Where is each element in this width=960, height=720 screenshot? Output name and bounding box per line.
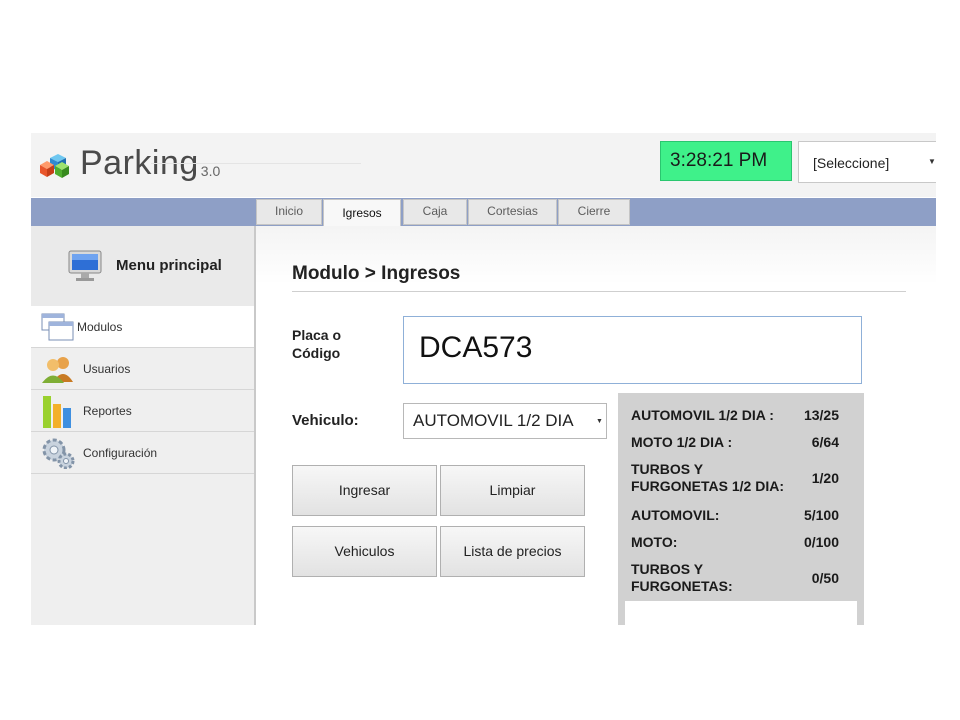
cubes-logo-icon <box>40 153 69 178</box>
capacity-value: 5/100 <box>803 507 839 523</box>
capacity-row: MOTO: 0/100 <box>631 534 839 551</box>
capacity-row: TURBOS Y FURGONETAS: 0/50 <box>631 561 839 595</box>
capacity-label: AUTOMOVIL 1/2 DIA : <box>631 407 774 423</box>
capacity-value: 6/64 <box>811 434 839 450</box>
capacity-value: 1/20 <box>811 470 839 486</box>
capacity-label: MOTO 1/2 DIA : <box>631 434 733 450</box>
sidebar-item-usuarios[interactable]: Usuarios <box>31 348 254 390</box>
sidebar-item-modulos[interactable]: Modulos <box>31 306 254 348</box>
clock-display: 3:28:21 PM <box>660 141 792 181</box>
capacity-row: AUTOMOVIL 1/2 DIA : 13/25 <box>631 407 839 424</box>
menu-header: Menu principal <box>31 226 254 306</box>
ingresar-button[interactable]: Ingresar <box>292 465 437 516</box>
capacity-label-line-1: TURBOS Y <box>631 461 704 477</box>
sidebar-item-label: Configuración <box>83 445 158 460</box>
parking-app: Parking 3.0 3:28:21 PM [Seleccione] ▼ In… <box>31 133 936 625</box>
monitor-icon <box>68 250 102 281</box>
top-select[interactable]: [Seleccione] ▼ <box>798 141 936 183</box>
gears-icon <box>41 438 75 469</box>
chevron-down-icon: ▼ <box>596 418 603 425</box>
capacity-value: 0/50 <box>811 570 839 586</box>
placa-label-line-1: Placa o <box>292 327 342 343</box>
capacity-value: 0/100 <box>803 534 839 550</box>
capacity-label-line-2: FURGONETAS: <box>631 578 733 594</box>
sidebar-item-label: Reportes <box>83 403 132 418</box>
tab-cortesias[interactable]: Cortesias <box>468 199 557 225</box>
users-icon <box>41 354 75 384</box>
capacity-panel: AUTOMOVIL 1/2 DIA : 13/25 MOTO 1/2 DIA :… <box>618 393 864 625</box>
chevron-down-icon: ▼ <box>928 157 936 166</box>
page-title: Modulo > Ingresos <box>292 263 461 284</box>
capacity-row: MOTO 1/2 DIA : 6/64 <box>631 434 839 451</box>
sidebar: Menu principal Modulos Usuarios Reportes… <box>31 226 256 625</box>
title-divider <box>292 291 906 292</box>
vehiculo-select-value: AUTOMOVIL 1/2 DIA <box>413 411 574 430</box>
limpiar-button[interactable]: Limpiar <box>440 465 585 516</box>
vehiculo-label: Vehiculo: <box>292 412 359 429</box>
capacity-label: MOTO: <box>631 534 678 550</box>
tab-bar: Inicio Igresos Caja Cortesias Cierre <box>31 198 936 227</box>
tab-igresos[interactable]: Igresos <box>323 199 401 227</box>
app-version: 3.0 <box>200 162 221 179</box>
placa-label-line-2: Código <box>292 345 341 361</box>
sidebar-item-reportes[interactable]: Reportes <box>31 390 254 432</box>
capacity-label: AUTOMOVIL: <box>631 507 720 523</box>
top-select-value: [Seleccione] <box>813 155 890 171</box>
menu-title: Menu principal <box>116 257 222 274</box>
tab-inicio[interactable]: Inicio <box>256 199 322 225</box>
vehiculos-button[interactable]: Vehiculos <box>292 526 437 577</box>
capacity-label-line-2: FURGONETAS 1/2 DIA: <box>631 478 784 494</box>
lista-precios-button[interactable]: Lista de precios <box>440 526 585 577</box>
capacity-footer <box>625 601 857 625</box>
header: Parking 3.0 3:28:21 PM [Seleccione] ▼ <box>31 133 936 197</box>
placa-input[interactable]: DCA573 <box>403 316 862 384</box>
capacity-row: TURBOS Y FURGONETAS 1/2 DIA: 1/20 <box>631 461 839 495</box>
tab-caja[interactable]: Caja <box>403 199 467 225</box>
header-divider <box>151 163 361 164</box>
sidebar-item-label: Modulos <box>77 319 123 334</box>
placa-label: Placa o Código <box>292 326 372 362</box>
vehiculo-select[interactable]: AUTOMOVIL 1/2 DIA ▼ <box>403 403 607 439</box>
sidebar-item-configuracion[interactable]: Configuración <box>31 432 254 474</box>
capacity-row: AUTOMOVIL: 5/100 <box>631 507 839 524</box>
tab-cierre[interactable]: Cierre <box>558 199 630 225</box>
capacity-value: 13/25 <box>803 407 839 423</box>
windows-icon <box>41 312 75 342</box>
capacity-label-line-1: TURBOS Y <box>631 561 704 577</box>
sidebar-item-label: Usuarios <box>83 361 131 376</box>
bar-chart-icon <box>41 395 75 428</box>
